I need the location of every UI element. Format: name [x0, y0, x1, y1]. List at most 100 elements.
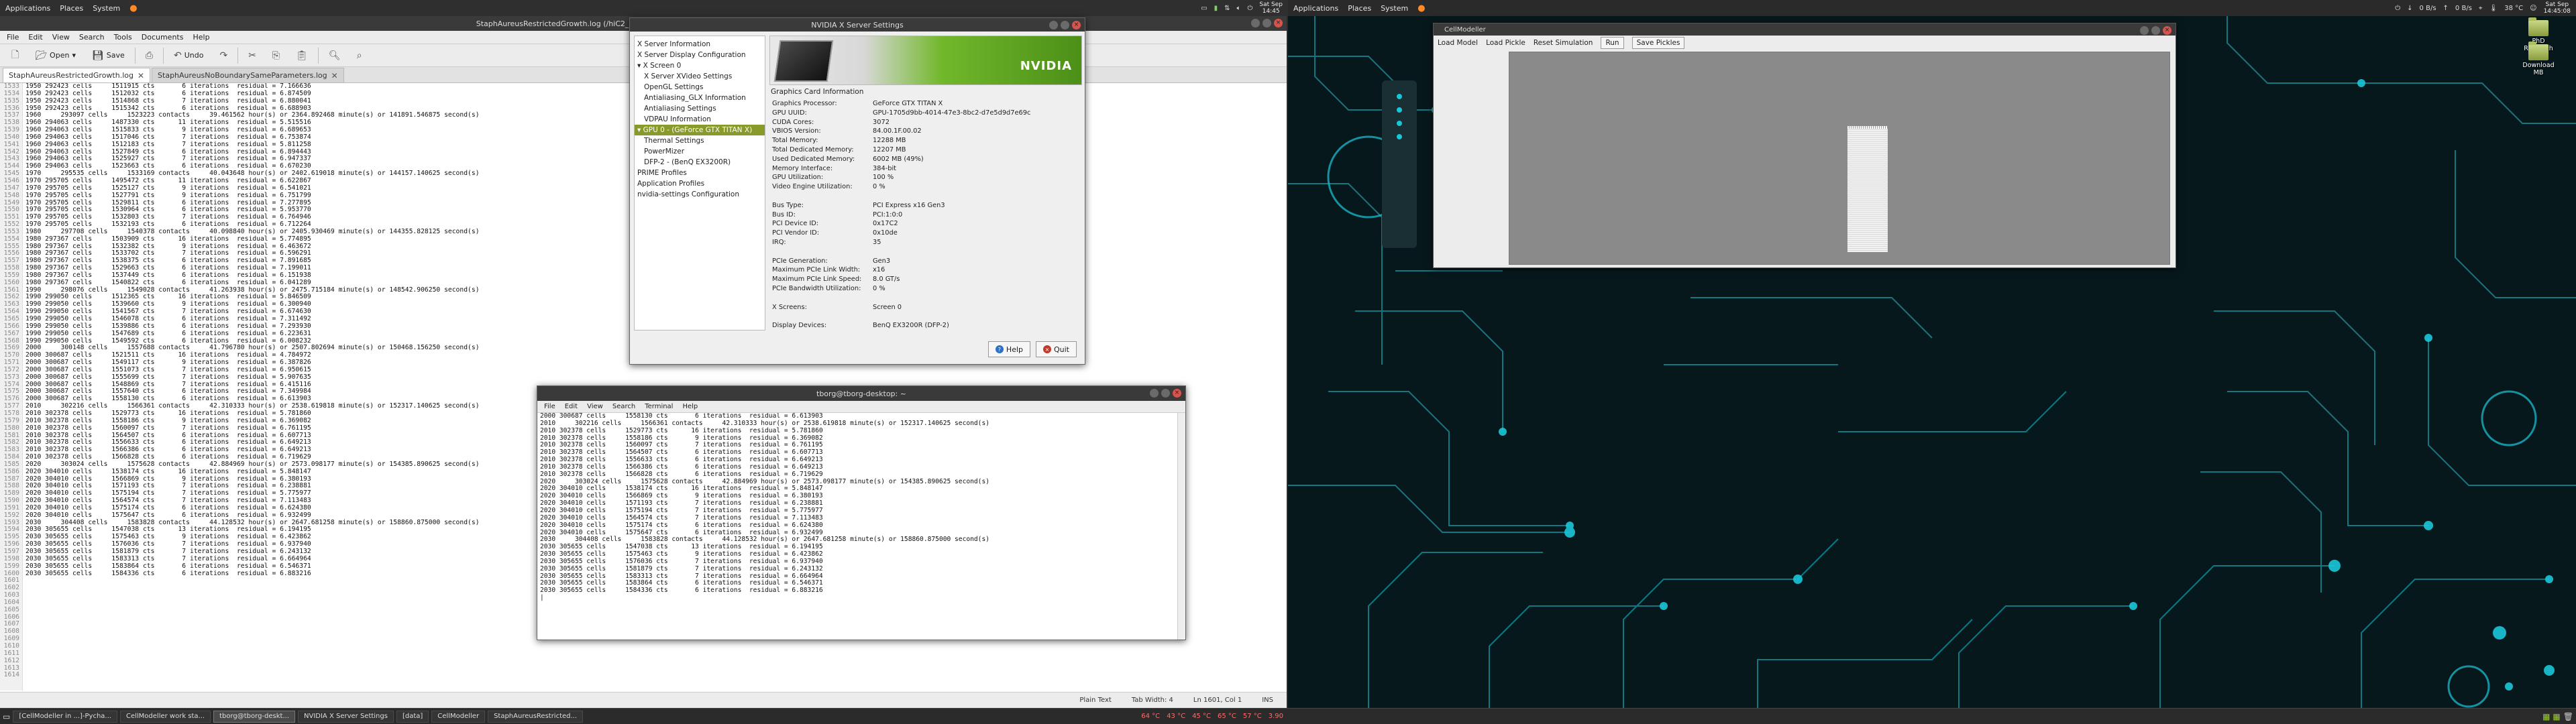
menu-view[interactable]: View	[587, 403, 603, 410]
close-tab-icon[interactable]: ✕	[331, 71, 338, 80]
reset-simulation-menu[interactable]: Reset Simulation	[1534, 39, 1593, 47]
workspace-switcher-icon[interactable]: ▦	[2553, 712, 2560, 721]
tree-item[interactable]: Antialiasing Settings	[635, 103, 765, 114]
desktop-icon-download[interactable]: Download MB	[2518, 42, 2559, 76]
network-icon[interactable]: ⇅	[1224, 5, 1230, 12]
menu-edit[interactable]: Edit	[565, 403, 578, 410]
simulation-viewport[interactable]	[1509, 52, 2170, 265]
tree-item[interactable]: ▾ X Screen 0	[635, 60, 765, 71]
taskbar-item[interactable]: [CellModeller in ...]-Pycha...	[13, 710, 117, 723]
tree-item[interactable]: DFP-2 - (BenQ EX3200R)	[635, 157, 765, 168]
power-icon[interactable]: ⏻	[1247, 5, 1252, 12]
taskbar-item[interactable]: StaphAureusRestricted...	[488, 710, 584, 723]
save-pickles-button[interactable]: Save Pickles	[1631, 37, 1685, 49]
maximize-icon[interactable]	[1161, 389, 1170, 398]
menu-file[interactable]: File	[7, 33, 19, 42]
tree-item[interactable]: X Server XVideo Settings	[635, 71, 765, 82]
system-menu[interactable]: System	[1381, 4, 1408, 13]
copy-button[interactable]: ⎘	[266, 47, 286, 64]
maximize-icon[interactable]	[1263, 19, 1271, 27]
menu-file[interactable]: File	[544, 403, 555, 410]
tree-item[interactable]: Thermal Settings	[635, 135, 765, 146]
show-desktop-icon[interactable]: ▭	[3, 712, 10, 721]
minimize-icon[interactable]	[2140, 26, 2149, 35]
tree-item[interactable]: ▾ GPU 0 - (GeForce GTX TITAN X)	[635, 125, 765, 135]
firefox-launcher-icon[interactable]: ●	[129, 3, 137, 13]
menu-help[interactable]: Help	[682, 403, 698, 410]
replace-button[interactable]: ⌕	[351, 47, 368, 64]
trash-icon[interactable]: 🗑︎	[2563, 712, 2573, 721]
system-menu[interactable]: System	[93, 4, 120, 13]
minimize-icon[interactable]	[1150, 389, 1159, 398]
help-button[interactable]: ? Help	[987, 341, 1030, 357]
terminal-scrollbar[interactable]	[1177, 413, 1185, 640]
maximize-icon[interactable]	[2151, 26, 2160, 35]
clock[interactable]: Sat Sep 14:45:08	[2544, 1, 2571, 15]
menu-edit[interactable]: Edit	[28, 33, 42, 42]
editor-content[interactable]: 1950 292423 cells 1511915 cts 6 iteratio…	[23, 83, 480, 690]
minimize-icon[interactable]	[1049, 21, 1058, 29]
nvidia-titlebar[interactable]: NVIDIA X Server Settings ×	[630, 18, 1085, 32]
close-icon[interactable]: ×	[1173, 389, 1181, 398]
tab-width[interactable]: Tab Width: 4	[1132, 697, 1173, 704]
taskbar-item[interactable]: CellModeller	[431, 710, 486, 723]
terminal-titlebar[interactable]: tborg@tborg-desktop: ~ ×	[537, 386, 1185, 401]
monitor-icon[interactable]: ▭	[1201, 5, 1207, 12]
save-button[interactable]: 💾︎ Save	[86, 47, 131, 64]
tree-item[interactable]: Antialiasing_GLX Information	[635, 93, 765, 103]
print-button[interactable]: ⎙	[140, 47, 159, 64]
menu-search[interactable]: Search	[612, 403, 635, 410]
undo-button[interactable]: ↶ Undo	[168, 47, 209, 64]
terminal-output[interactable]: 2000 300687 cells 1558130 cts 6 iteratio…	[537, 413, 1177, 640]
menu-help[interactable]: Help	[193, 33, 209, 42]
menu-tools[interactable]: Tools	[114, 33, 132, 42]
places-menu[interactable]: Places	[60, 4, 83, 13]
paste-button[interactable]: 📋︎	[290, 47, 314, 64]
menu-terminal[interactable]: Terminal	[645, 403, 673, 410]
load-pickle-menu[interactable]: Load Pickle	[1486, 39, 1525, 47]
battery-icon[interactable]: ▮	[1214, 5, 1218, 12]
close-icon[interactable]: ×	[1274, 19, 1283, 27]
maximize-icon[interactable]	[1061, 21, 1069, 29]
firefox-launcher-icon[interactable]: ●	[1417, 3, 1425, 13]
workspace-switcher-icon[interactable]: ▦	[2542, 712, 2550, 721]
clock[interactable]: Sat Sep 14:45	[1259, 1, 1283, 15]
new-button[interactable]: 🗋	[5, 47, 25, 64]
taskbar-item[interactable]: CellModeller work sta...	[119, 710, 211, 723]
taskbar-item[interactable]: NVIDIA X Server Settings	[298, 710, 394, 723]
run-button[interactable]: Run	[1601, 37, 1624, 49]
tree-item[interactable]: OpenGL Settings	[635, 82, 765, 93]
menu-view[interactable]: View	[52, 33, 70, 42]
quit-button[interactable]: × Quit	[1036, 341, 1077, 357]
tab-restricted-growth[interactable]: StaphAureusRestrictedGrowth.log ✕	[3, 68, 151, 82]
open-button[interactable]: 📂︎ Open ▾	[29, 47, 82, 64]
power-icon[interactable]: ⏻	[2395, 5, 2400, 12]
find-button[interactable]: 🔍︎	[323, 47, 347, 64]
tree-item[interactable]: PowerMizer	[635, 146, 765, 157]
tree-item[interactable]: X Server Display Configuration	[635, 50, 765, 60]
cut-button[interactable]: ✂	[242, 47, 262, 64]
language-mode[interactable]: Plain Text	[1079, 697, 1111, 704]
menu-search[interactable]: Search	[79, 33, 105, 42]
applications-menu[interactable]: Applications	[5, 4, 50, 13]
tree-item[interactable]: PRIME Profiles	[635, 168, 765, 178]
close-icon[interactable]: ×	[1072, 21, 1081, 29]
tree-item[interactable]: nvidia-settings Configuration	[635, 189, 765, 200]
tree-item[interactable]: VDPAU Information	[635, 114, 765, 125]
load-model-menu[interactable]: Load Model	[1438, 39, 1478, 47]
close-icon[interactable]: ×	[2163, 26, 2171, 35]
redo-button[interactable]: ↷	[213, 47, 233, 64]
close-tab-icon[interactable]: ✕	[138, 71, 144, 80]
tree-item[interactable]: Application Profiles	[635, 178, 765, 189]
user-icon[interactable]: ☺	[2530, 5, 2536, 12]
cellmodeller-titlebar[interactable]: CellModeller ×	[1434, 23, 2176, 36]
taskbar-item[interactable]: tborg@tborg-deskt...	[213, 710, 295, 723]
taskbar-item[interactable]: [data]	[396, 710, 429, 723]
applications-menu[interactable]: Applications	[1293, 4, 1338, 13]
tree-item[interactable]: X Server Information	[635, 39, 765, 50]
places-menu[interactable]: Places	[1348, 4, 1371, 13]
minimize-icon[interactable]	[1251, 19, 1260, 27]
tab-no-boundary[interactable]: StaphAureusNoBoundarySameParameters.log …	[152, 68, 344, 82]
volume-icon[interactable]: 🔈︎	[1236, 5, 1240, 12]
menu-documents[interactable]: Documents	[142, 33, 184, 42]
